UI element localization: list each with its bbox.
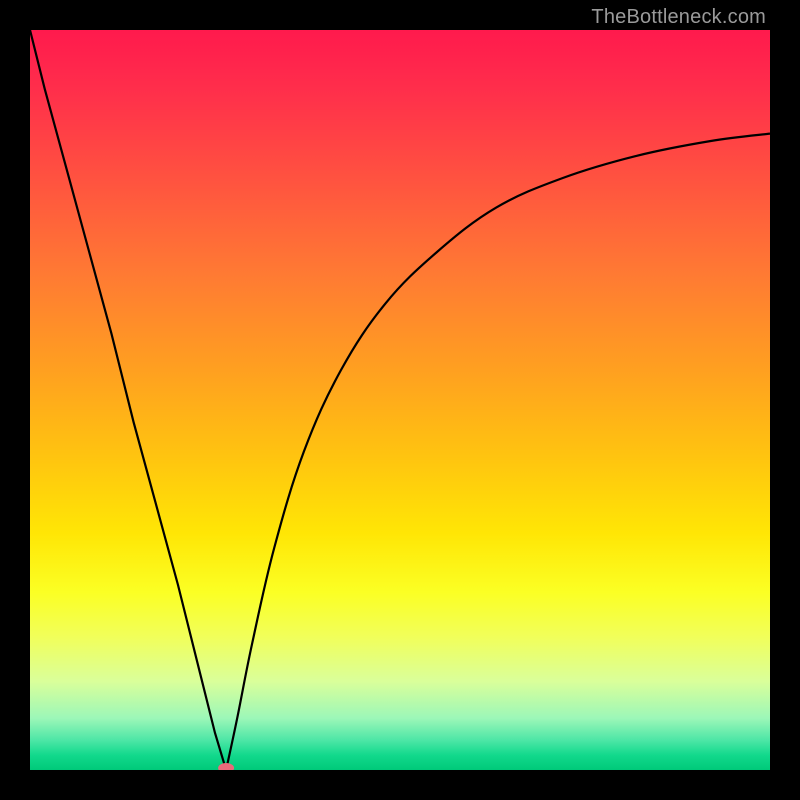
minimum-marker [218, 763, 234, 770]
curve-line [30, 30, 770, 770]
plot-area [30, 30, 770, 770]
chart-frame: TheBottleneck.com [0, 0, 800, 800]
bottleneck-curve [30, 30, 770, 770]
watermark-text: TheBottleneck.com [591, 6, 766, 29]
